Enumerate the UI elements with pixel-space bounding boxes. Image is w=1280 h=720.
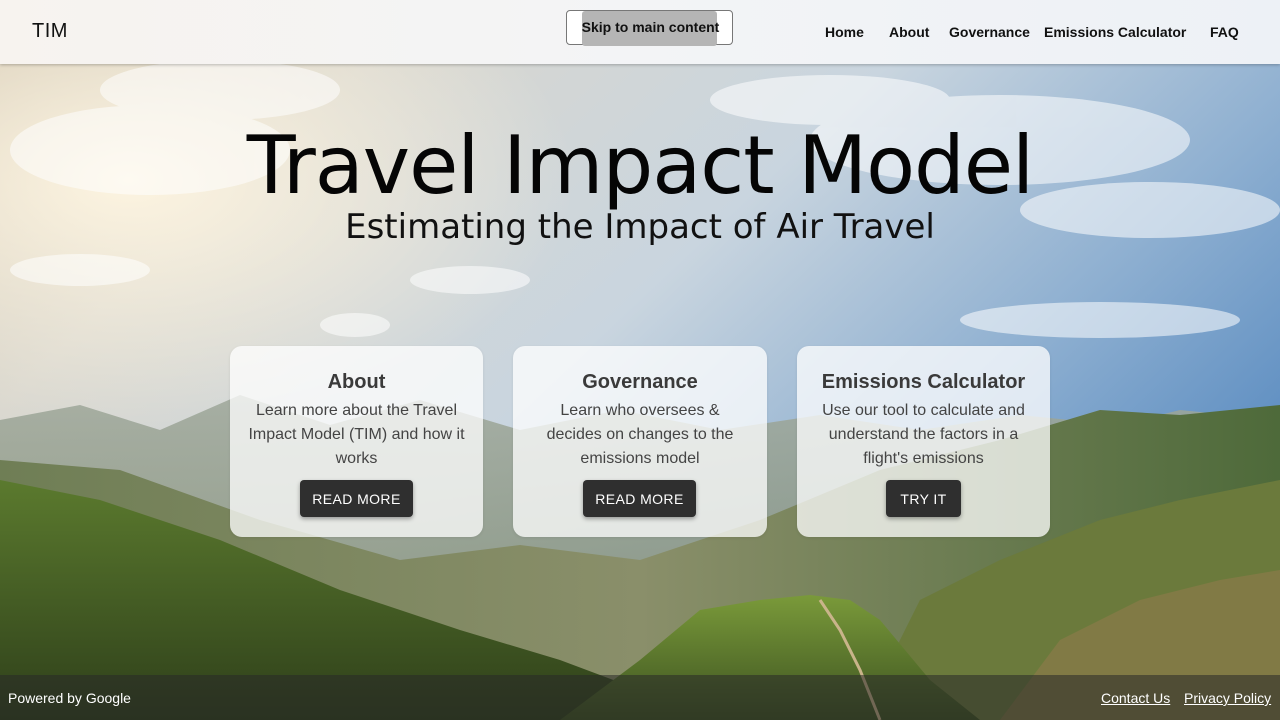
- skip-link-label: Skip to main content: [581, 19, 720, 35]
- card-description: Learn who oversees & decides on changes …: [546, 402, 734, 467]
- card-description: Use our tool to calculate and understand…: [822, 402, 1025, 467]
- card-title: About: [327, 371, 386, 393]
- about-read-more-button[interactable]: READ MORE: [300, 480, 413, 517]
- nav-home[interactable]: Home: [825, 24, 864, 40]
- hero-subtitle: Estimating the Impact of Air Travel: [345, 207, 935, 247]
- card-governance: Governance Learn who oversees & decides …: [513, 346, 767, 537]
- powered-by-google-text: Powered by Google: [8, 690, 131, 706]
- card-description: Learn more about the Travel Impact Model…: [248, 402, 465, 467]
- privacy-policy-link[interactable]: Privacy Policy: [1184, 690, 1271, 706]
- contact-us-link[interactable]: Contact Us: [1101, 690, 1170, 706]
- nav-emissions-calculator[interactable]: Emissions Calculator: [1044, 24, 1186, 40]
- hero-title: Travel Impact Model: [246, 119, 1035, 212]
- skip-to-main-content-link[interactable]: Skip to main content: [566, 10, 733, 46]
- footer: Powered by Google Contact Us Privacy Pol…: [0, 675, 1280, 720]
- card-title: Governance: [582, 371, 698, 393]
- nav-about[interactable]: About: [889, 24, 929, 40]
- site-logo[interactable]: TIM: [32, 20, 68, 43]
- nav-faq[interactable]: FAQ: [1210, 24, 1239, 40]
- top-app-bar: TIM Skip to main content Home About Gove…: [0, 0, 1280, 64]
- nav-governance[interactable]: Governance: [949, 24, 1030, 40]
- card-about: About Learn more about the Travel Impact…: [230, 346, 483, 537]
- card-title: Emissions Calculator: [821, 371, 1026, 393]
- try-it-button[interactable]: TRY IT: [886, 480, 961, 517]
- card-emissions-calculator: Emissions Calculator Use our tool to cal…: [797, 346, 1050, 537]
- governance-read-more-button[interactable]: READ MORE: [583, 480, 696, 517]
